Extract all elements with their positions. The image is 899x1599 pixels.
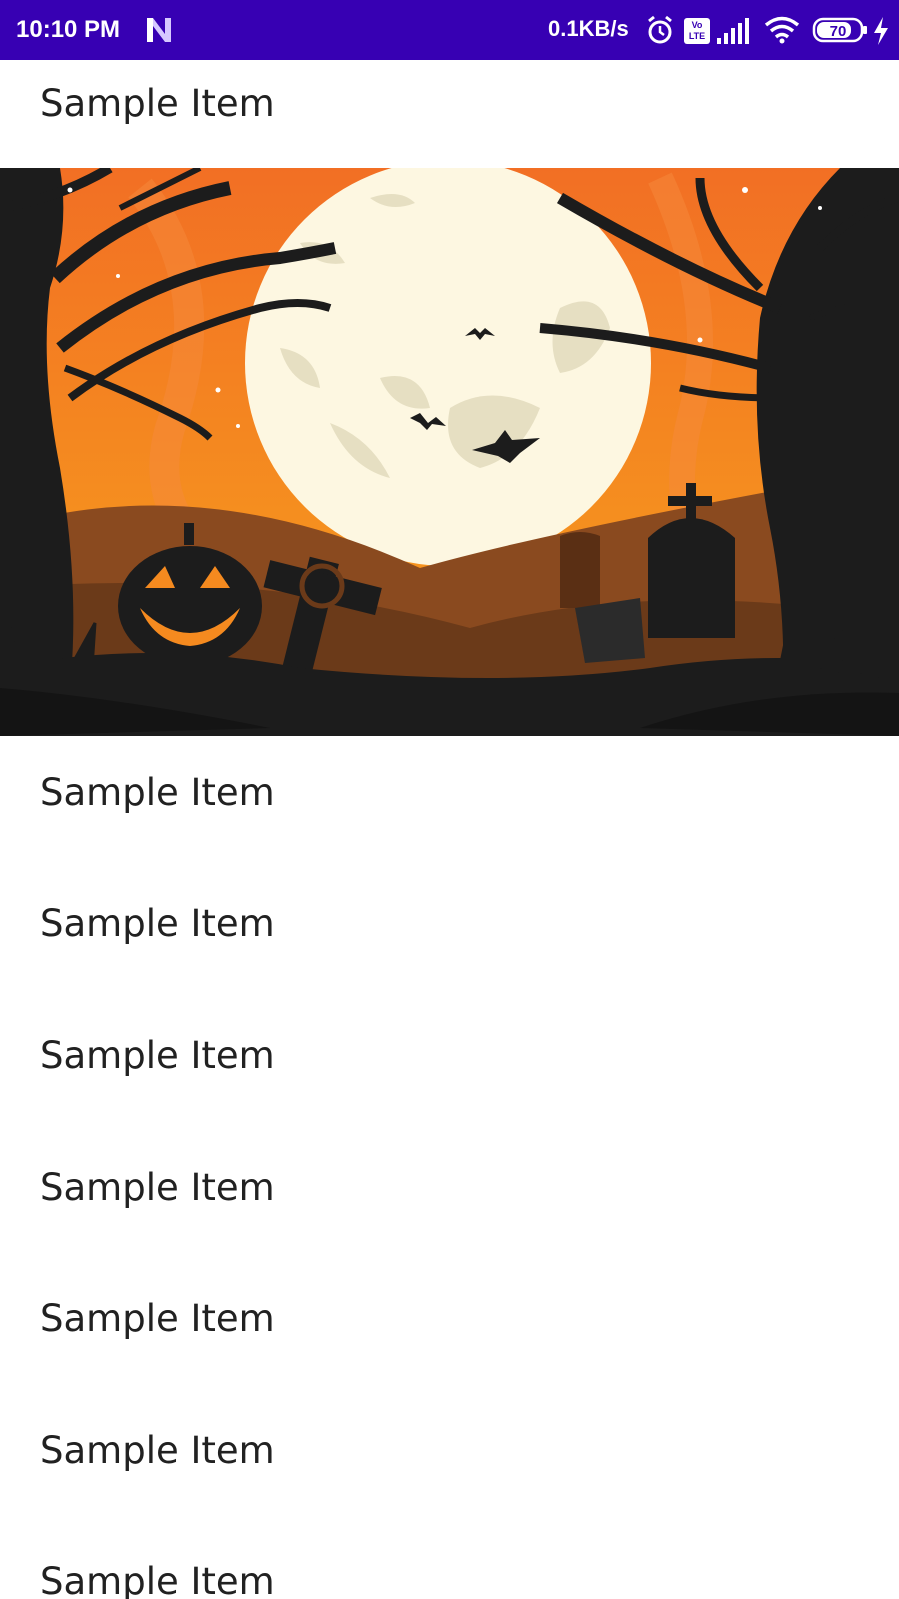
volte-icon: Vo LTE bbox=[684, 18, 710, 44]
battery-level: 70 bbox=[830, 23, 847, 40]
list-item[interactable]: Sample Item bbox=[40, 1034, 275, 1077]
list-item[interactable]: Sample Item bbox=[40, 1297, 275, 1340]
n-app-icon bbox=[147, 18, 171, 42]
list-item[interactable]: Sample Item bbox=[40, 902, 275, 945]
signal-icon bbox=[717, 18, 749, 44]
status-time: 10:10 PM bbox=[16, 16, 121, 43]
battery-icon: 70 bbox=[812, 17, 867, 43]
volte-label: Vo LTE bbox=[688, 20, 706, 41]
wifi-icon bbox=[764, 16, 800, 44]
list-item[interactable]: Sample Item bbox=[40, 1166, 275, 1209]
list-item[interactable]: Sample Item bbox=[40, 82, 275, 125]
item-list[interactable]: Sample Item Sample Item Sample Item Samp… bbox=[0, 60, 899, 1599]
list-item[interactable]: Sample Item bbox=[40, 1560, 275, 1599]
network-speed: 0.1KB/s bbox=[548, 16, 629, 41]
charging-icon bbox=[874, 17, 888, 45]
list-item[interactable]: Sample Item bbox=[40, 1429, 275, 1472]
list-item[interactable]: Sample Item bbox=[40, 771, 275, 814]
halloween-banner-image bbox=[0, 168, 899, 736]
alarm-icon bbox=[648, 15, 672, 44]
status-bar: 10:10 PM 0.1KB/s Vo LTE 70 bbox=[0, 0, 899, 60]
